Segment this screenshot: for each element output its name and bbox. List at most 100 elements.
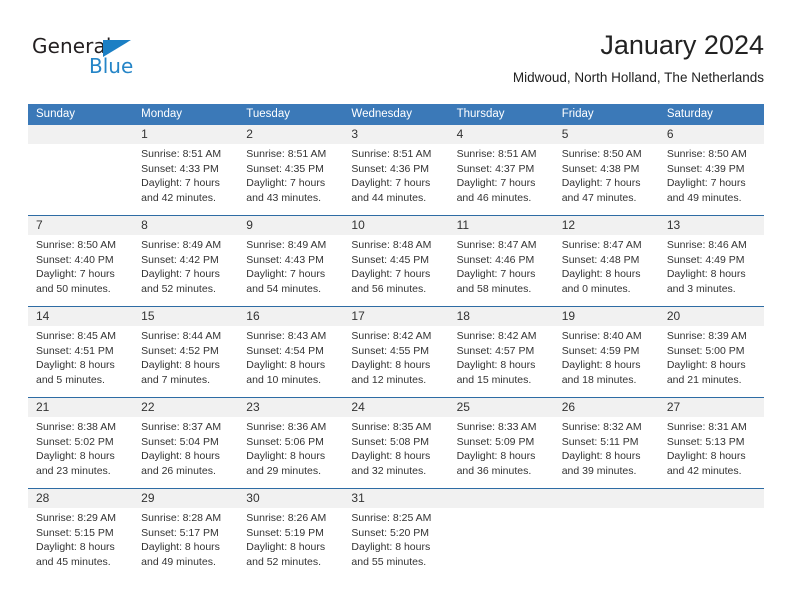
day-cell-24[interactable]: Sunrise: 8:35 AM Sunset: 5:08 PM Daylight:… [343, 417, 448, 487]
day-cell-9[interactable]: Sunrise: 8:49 AM Sunset: 4:43 PM Daylight:… [238, 235, 343, 305]
date-number-9[interactable]: 9 [238, 216, 343, 235]
date-number-2[interactable]: 2 [238, 125, 343, 144]
date-number-strip: 14 15 16 17 18 19 20 [28, 307, 764, 326]
date-number-8[interactable]: 8 [133, 216, 238, 235]
date-number-29[interactable]: 29 [133, 489, 238, 508]
date-number-28[interactable]: 28 [28, 489, 133, 508]
day-cell-29[interactable]: Sunrise: 8:28 AM Sunset: 5:17 PM Daylight:… [133, 508, 238, 578]
day-cell-10[interactable]: Sunrise: 8:48 AM Sunset: 4:45 PM Daylight:… [343, 235, 448, 305]
sunset-text: Sunset: 5:08 PM [351, 435, 430, 448]
day-cell-7[interactable]: Sunrise: 8:50 AM Sunset: 4:40 PM Daylight:… [28, 235, 133, 305]
day-cell-1[interactable]: Sunrise: 8:51 AM Sunset: 4:33 PM Daylight:… [133, 144, 238, 214]
day-cell-30[interactable]: Sunrise: 8:26 AM Sunset: 5:19 PM Daylight:… [238, 508, 343, 578]
sunset-text: Sunset: 5:17 PM [141, 526, 219, 539]
day-cell-21[interactable]: Sunrise: 8:38 AM Sunset: 5:02 PM Daylight:… [28, 417, 133, 487]
date-number-21[interactable]: 21 [28, 398, 133, 417]
daylight-text-cont: and 49 minutes. [141, 555, 216, 568]
date-number-18[interactable]: 18 [449, 307, 554, 326]
date-number-31[interactable]: 31 [343, 489, 448, 508]
calendar-page: General Blue January 2024 Midwoud, North… [0, 0, 792, 612]
day-info-strip: Sunrise: 8:51 AM Sunset: 4:33 PM Daylight:… [28, 144, 764, 214]
sunrise-text: Sunrise: 8:49 AM [246, 239, 327, 251]
day-cell-6[interactable]: Sunrise: 8:50 AM Sunset: 4:39 PM Daylight:… [659, 144, 764, 214]
day-cell-3[interactable]: Sunrise: 8:51 AM Sunset: 4:36 PM Daylight:… [343, 144, 448, 214]
date-number-17[interactable]: 17 [343, 307, 448, 326]
daylight-text: Daylight: 8 hours [141, 541, 220, 553]
daylight-text: Daylight: 7 hours [36, 268, 115, 280]
date-number-15[interactable]: 15 [133, 307, 238, 326]
weekday-header-saturday: Saturday [666, 108, 713, 120]
day-cell-17[interactable]: Sunrise: 8:42 AM Sunset: 4:55 PM Daylight:… [343, 326, 448, 396]
day-cell-15[interactable]: Sunrise: 8:44 AM Sunset: 4:52 PM Daylight:… [133, 326, 238, 396]
sunset-text: Sunset: 4:57 PM [456, 344, 535, 357]
date-number-11[interactable]: 11 [449, 216, 554, 235]
day-cell-14[interactable]: Sunrise: 8:45 AM Sunset: 4:51 PM Daylight:… [28, 326, 133, 396]
day-cell-2[interactable]: Sunrise: 8:51 AM Sunset: 4:35 PM Daylight:… [238, 144, 343, 214]
daylight-text-cont: and 46 minutes. [456, 191, 532, 204]
date-number-26[interactable]: 26 [554, 398, 659, 417]
daylight-text-cont: and 47 minutes. [561, 191, 637, 204]
day-cell-25[interactable]: Sunrise: 8:33 AM Sunset: 5:09 PM Daylight:… [449, 417, 554, 487]
date-number-25[interactable]: 25 [449, 398, 554, 417]
sunrise-text: Sunrise: 8:46 AM [666, 239, 747, 251]
day-cell-23[interactable]: Sunrise: 8:36 AM Sunset: 5:06 PM Daylight:… [238, 417, 343, 487]
date-number-16[interactable]: 16 [238, 307, 343, 326]
sunset-text: Sunset: 4:46 PM [456, 253, 535, 266]
daylight-text-cont: and 44 minutes. [351, 191, 427, 204]
daylight-text: Daylight: 8 hours [351, 359, 431, 371]
date-number-3[interactable]: 3 [343, 125, 448, 144]
day-cell-4[interactable]: Sunrise: 8:51 AM Sunset: 4:37 PM Daylight:… [449, 144, 554, 214]
page-subtitle: Midwoud, North Holland, The Netherlands [512, 70, 764, 85]
day-cell-12[interactable]: Sunrise: 8:47 AM Sunset: 4:48 PM Daylight:… [554, 235, 659, 305]
date-number-20[interactable]: 20 [659, 307, 764, 326]
date-number-23[interactable]: 23 [238, 398, 343, 417]
daylight-text-cont: and 42 minutes. [141, 191, 216, 204]
daylight-text-cont: and 23 minutes. [36, 464, 111, 477]
date-number-1[interactable]: 1 [133, 125, 238, 144]
day-cell-22[interactable]: Sunrise: 8:37 AM Sunset: 5:04 PM Daylight:… [133, 417, 238, 487]
date-number-22[interactable]: 22 [133, 398, 238, 417]
day-cell-16[interactable]: Sunrise: 8:43 AM Sunset: 4:54 PM Daylight:… [238, 326, 343, 396]
date-number-30[interactable]: 30 [238, 489, 343, 508]
date-number-27[interactable]: 27 [659, 398, 764, 417]
day-cell-5[interactable]: Sunrise: 8:50 AM Sunset: 4:38 PM Daylight:… [554, 144, 659, 214]
day-cell-31[interactable]: Sunrise: 8:25 AM Sunset: 5:20 PM Daylight:… [343, 508, 448, 578]
day-cell-19[interactable]: Sunrise: 8:40 AM Sunset: 4:59 PM Daylight:… [554, 326, 659, 396]
date-number-13[interactable]: 13 [659, 216, 764, 235]
date-number-19[interactable]: 19 [554, 307, 659, 326]
date-number-4[interactable]: 4 [449, 125, 554, 144]
day-cell-13[interactable]: Sunrise: 8:46 AM Sunset: 4:49 PM Daylight:… [659, 235, 764, 305]
sunrise-text: Sunrise: 8:43 AM [246, 330, 327, 342]
sunrise-text: Sunrise: 8:49 AM [141, 239, 222, 251]
daylight-text: Daylight: 8 hours [351, 450, 431, 462]
date-number-24[interactable]: 24 [343, 398, 448, 417]
sunrise-text: Sunrise: 8:45 AM [36, 330, 116, 342]
sunset-text: Sunset: 4:42 PM [141, 253, 219, 266]
weekday-header-tuesday: Tuesday [246, 108, 290, 120]
daylight-text-cont: and 39 minutes. [561, 464, 637, 477]
date-number-6[interactable]: 6 [659, 125, 764, 144]
daylight-text-cont: and 15 minutes. [456, 373, 532, 386]
sunset-text: Sunset: 4:52 PM [141, 344, 219, 357]
daylight-text-cont: and 7 minutes. [141, 373, 211, 386]
sunset-text: Sunset: 4:59 PM [561, 344, 640, 357]
calendar-grid: Sunday Monday Tuesday Wednesday Thursday Frid… [28, 104, 764, 579]
day-cell-empty [554, 508, 659, 578]
day-cell-20[interactable]: Sunrise: 8:39 AM Sunset: 5:00 PM Daylight:… [659, 326, 764, 396]
day-cell-empty [449, 508, 554, 578]
day-cell-8[interactable]: Sunrise: 8:49 AM Sunset: 4:42 PM Daylight:… [133, 235, 238, 305]
date-number-10[interactable]: 10 [343, 216, 448, 235]
date-number-7[interactable]: 7 [28, 216, 133, 235]
sunset-text: Sunset: 4:55 PM [351, 344, 430, 357]
day-cell-27[interactable]: Sunrise: 8:31 AM Sunset: 5:13 PM Daylight:… [659, 417, 764, 487]
day-cell-18[interactable]: Sunrise: 8:42 AM Sunset: 4:57 PM Daylight:… [449, 326, 554, 396]
date-number-5[interactable]: 5 [554, 125, 659, 144]
daylight-text: Daylight: 7 hours [666, 177, 746, 189]
sunset-text: Sunset: 5:06 PM [246, 435, 324, 448]
date-number-14[interactable]: 14 [28, 307, 133, 326]
date-number-12[interactable]: 12 [554, 216, 659, 235]
day-cell-11[interactable]: Sunrise: 8:47 AM Sunset: 4:46 PM Daylight:… [449, 235, 554, 305]
daylight-text: Daylight: 8 hours [561, 450, 641, 462]
day-cell-28[interactable]: Sunrise: 8:29 AM Sunset: 5:15 PM Daylight:… [28, 508, 133, 578]
day-cell-26[interactable]: Sunrise: 8:32 AM Sunset: 5:11 PM Daylight:… [554, 417, 659, 487]
